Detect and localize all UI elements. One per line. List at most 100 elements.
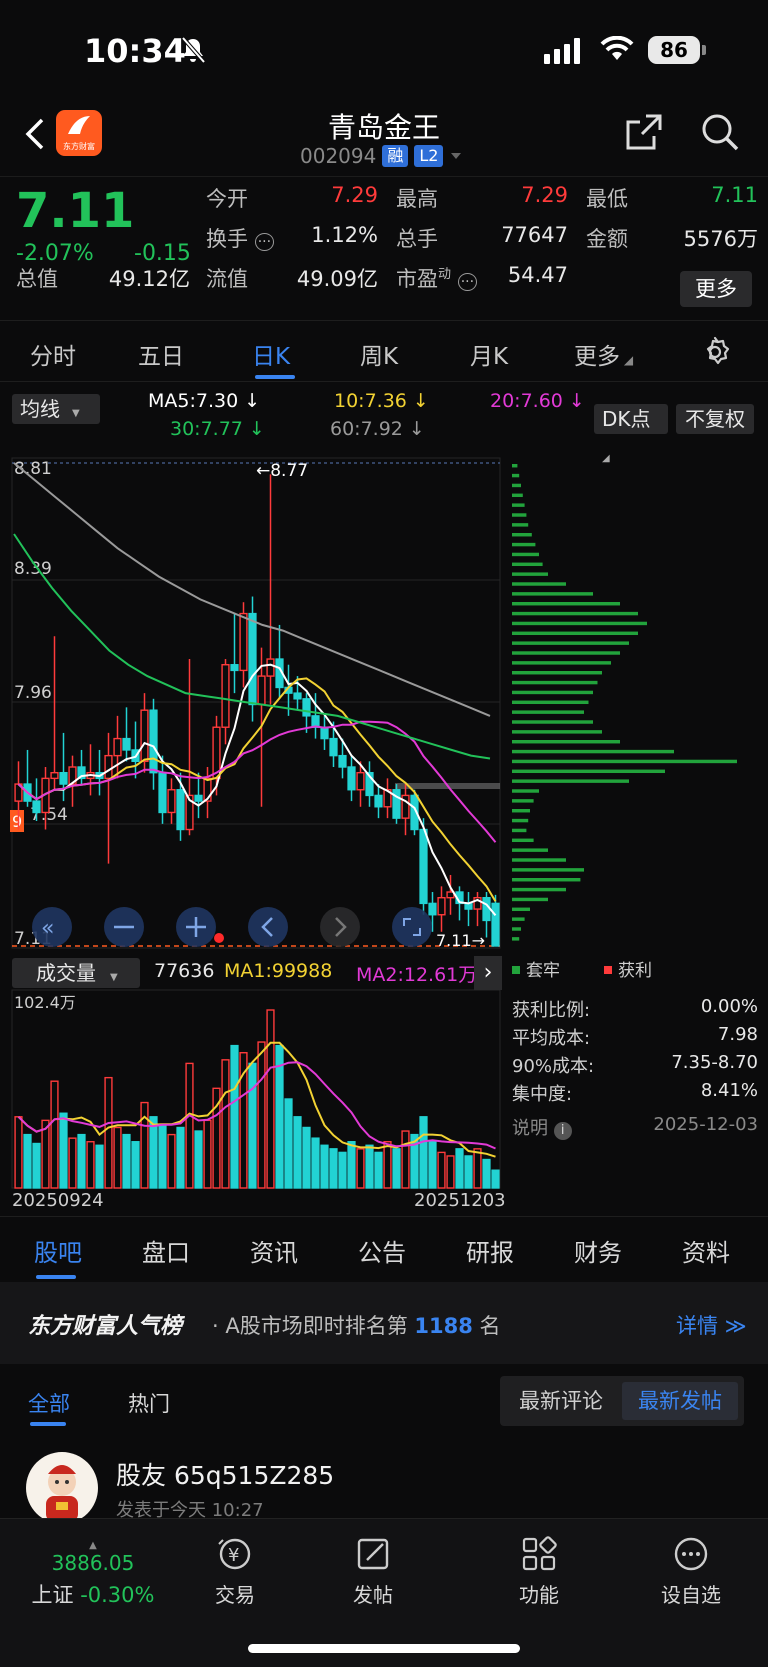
volume-bar [491, 1169, 500, 1189]
volume-bar [59, 1112, 68, 1189]
candle [122, 707, 131, 762]
nav-functions[interactable]: 功能 [494, 1533, 584, 1608]
y-label-3: 7.96 [14, 683, 52, 703]
indicator-selector[interactable]: 均线 ▼ [12, 394, 100, 424]
chip-bar [512, 572, 548, 576]
volume-bar [77, 1133, 86, 1189]
scroll-right-button[interactable] [320, 907, 360, 947]
chip-bar [512, 779, 629, 783]
tab-five-day[interactable]: 五日 [138, 337, 184, 371]
chip-date: 2025-12-03 [653, 1114, 758, 1135]
filter-all[interactable]: 全部 [28, 1388, 70, 1418]
scroll-left-fast-button[interactable]: « [32, 907, 72, 947]
more-button[interactable]: 更多 [680, 271, 752, 307]
tab-orderbook[interactable]: 盘口 [142, 1233, 190, 1268]
volume-bar [50, 1080, 59, 1189]
nav-watchlist-label: 设自选 [661, 1583, 721, 1607]
popularity-prefix: · A股市场即时排名第 [212, 1314, 408, 1338]
candle [275, 624, 284, 699]
chip-stat-row: 获利比例: 0.00% [510, 996, 760, 1024]
sort-toggle: 最新评论 最新发帖 [500, 1376, 744, 1426]
indicator-selector-label: 均线 [20, 397, 60, 421]
volume-bar [446, 1155, 455, 1189]
volume-bar [437, 1151, 446, 1189]
chip-bar [512, 661, 611, 665]
volume-bar [347, 1141, 356, 1189]
volume-label: 总手 [396, 227, 438, 251]
chip-bar [512, 671, 602, 675]
chip-stat-row: 平均成本: 7.98 [510, 1024, 760, 1052]
tab-more[interactable]: 更多 ◢ [574, 337, 633, 371]
popularity-detail-link[interactable]: 详情 ≫ [676, 1310, 747, 1340]
post-username[interactable]: 股友 65q515Z285 [116, 1456, 334, 1492]
expand-right-button[interactable]: › [474, 956, 502, 990]
avatar[interactable] [26, 1452, 98, 1524]
caret-down-icon [451, 153, 462, 159]
ma20-label: 20:7.60 ↓ [490, 390, 585, 412]
tab-daily-k[interactable]: 日K [252, 337, 290, 371]
nav-trade[interactable]: ¥ 交易 [190, 1533, 280, 1608]
tab-intraday[interactable]: 分时 [30, 337, 76, 371]
candle [86, 744, 95, 796]
red-dot-indicator [214, 933, 224, 943]
index-ticker[interactable]: ▲ 3886.05 上证 -0.30% [18, 1541, 168, 1609]
tab-announcement[interactable]: 公告 [358, 1233, 406, 1268]
side-badge-text: 9 [12, 812, 22, 831]
grid-icon [522, 1536, 557, 1571]
post-item[interactable]: 股友 65q515Z285 发表于今天 10:27 [0, 1448, 768, 1524]
volume-bar [203, 1119, 212, 1189]
popularity-banner[interactable]: 东方财富人气榜 · A股市场即时排名第 1188 名 详情 ≫ [0, 1282, 768, 1364]
scroll-left-button[interactable] [248, 907, 288, 947]
tab-finance[interactable]: 财务 [574, 1233, 622, 1268]
gear-icon[interactable] [698, 335, 732, 369]
chip-note-row[interactable]: 说明 i 2025-12-03 [510, 1114, 760, 1142]
chip-bar [512, 542, 536, 547]
profit-ratio-value: 0.00% [700, 996, 758, 1017]
quote-panel: 7.11 -2.07% -0.15 今开 7.29 最高 7.29 最低 7.1… [0, 176, 768, 316]
volume-selector[interactable]: 成交量 ▼ [12, 958, 140, 988]
pe-value: 54.47 [507, 263, 568, 287]
fullscreen-button[interactable] [392, 907, 432, 947]
tab-news[interactable]: 资讯 [250, 1233, 298, 1268]
corner-caret-icon: ◢ [620, 353, 634, 367]
legend-loss-label: 套牢 [526, 961, 560, 981]
ma30-label: 30:7.77 ↓ [170, 418, 265, 440]
dk-point-button[interactable]: DK点 ◢ [594, 404, 668, 464]
candle [464, 892, 473, 927]
chip-bar [512, 769, 665, 774]
nav-post[interactable]: 发帖 [328, 1533, 418, 1608]
nav-trade-label: 交易 [215, 1583, 255, 1607]
chip-bar [512, 858, 566, 862]
volume-bar [284, 1098, 293, 1189]
chip-stats: 获利比例: 0.00% 平均成本: 7.98 90%成本: 7.35-8.70 集中度… [510, 996, 760, 1142]
tab-weekly-k[interactable]: 周K [360, 337, 398, 371]
candle [374, 784, 383, 819]
share-icon[interactable] [624, 112, 664, 152]
zoom-in-button[interactable] [176, 907, 216, 947]
sort-latest-post[interactable]: 最新发帖 [622, 1382, 738, 1420]
chip-bar [512, 552, 539, 557]
nav-watchlist[interactable]: 设自选 [646, 1533, 736, 1608]
float-cap-label: 流值 [206, 267, 248, 291]
tab-research[interactable]: 研报 [466, 1233, 514, 1268]
chip-bar [512, 887, 566, 892]
search-icon[interactable] [700, 112, 740, 152]
tab-monthly-k[interactable]: 月K [470, 337, 508, 371]
chip-bar [512, 680, 598, 685]
volume-ma1: MA1:99988 [224, 960, 333, 982]
tab-profile[interactable]: 资料 [682, 1233, 730, 1268]
filter-hot[interactable]: 热门 [128, 1388, 170, 1418]
sort-latest-comment[interactable]: 最新评论 [506, 1382, 616, 1420]
tab-forum[interactable]: 股吧 [34, 1233, 82, 1268]
zoom-out-button[interactable] [104, 907, 144, 947]
chip-bar [512, 740, 620, 744]
volume-bar [131, 1141, 140, 1189]
adjust-button[interactable]: 不复权 [676, 404, 754, 434]
chip-bar [512, 592, 593, 596]
volume-ma2: MA2:12.61万 [356, 964, 478, 986]
volume-bar [248, 1062, 257, 1189]
volume-bar [329, 1148, 338, 1189]
volume-bar [23, 1133, 32, 1189]
stock-code-row[interactable]: 002094 融 L2 [300, 144, 463, 168]
volume-bar [338, 1151, 347, 1189]
